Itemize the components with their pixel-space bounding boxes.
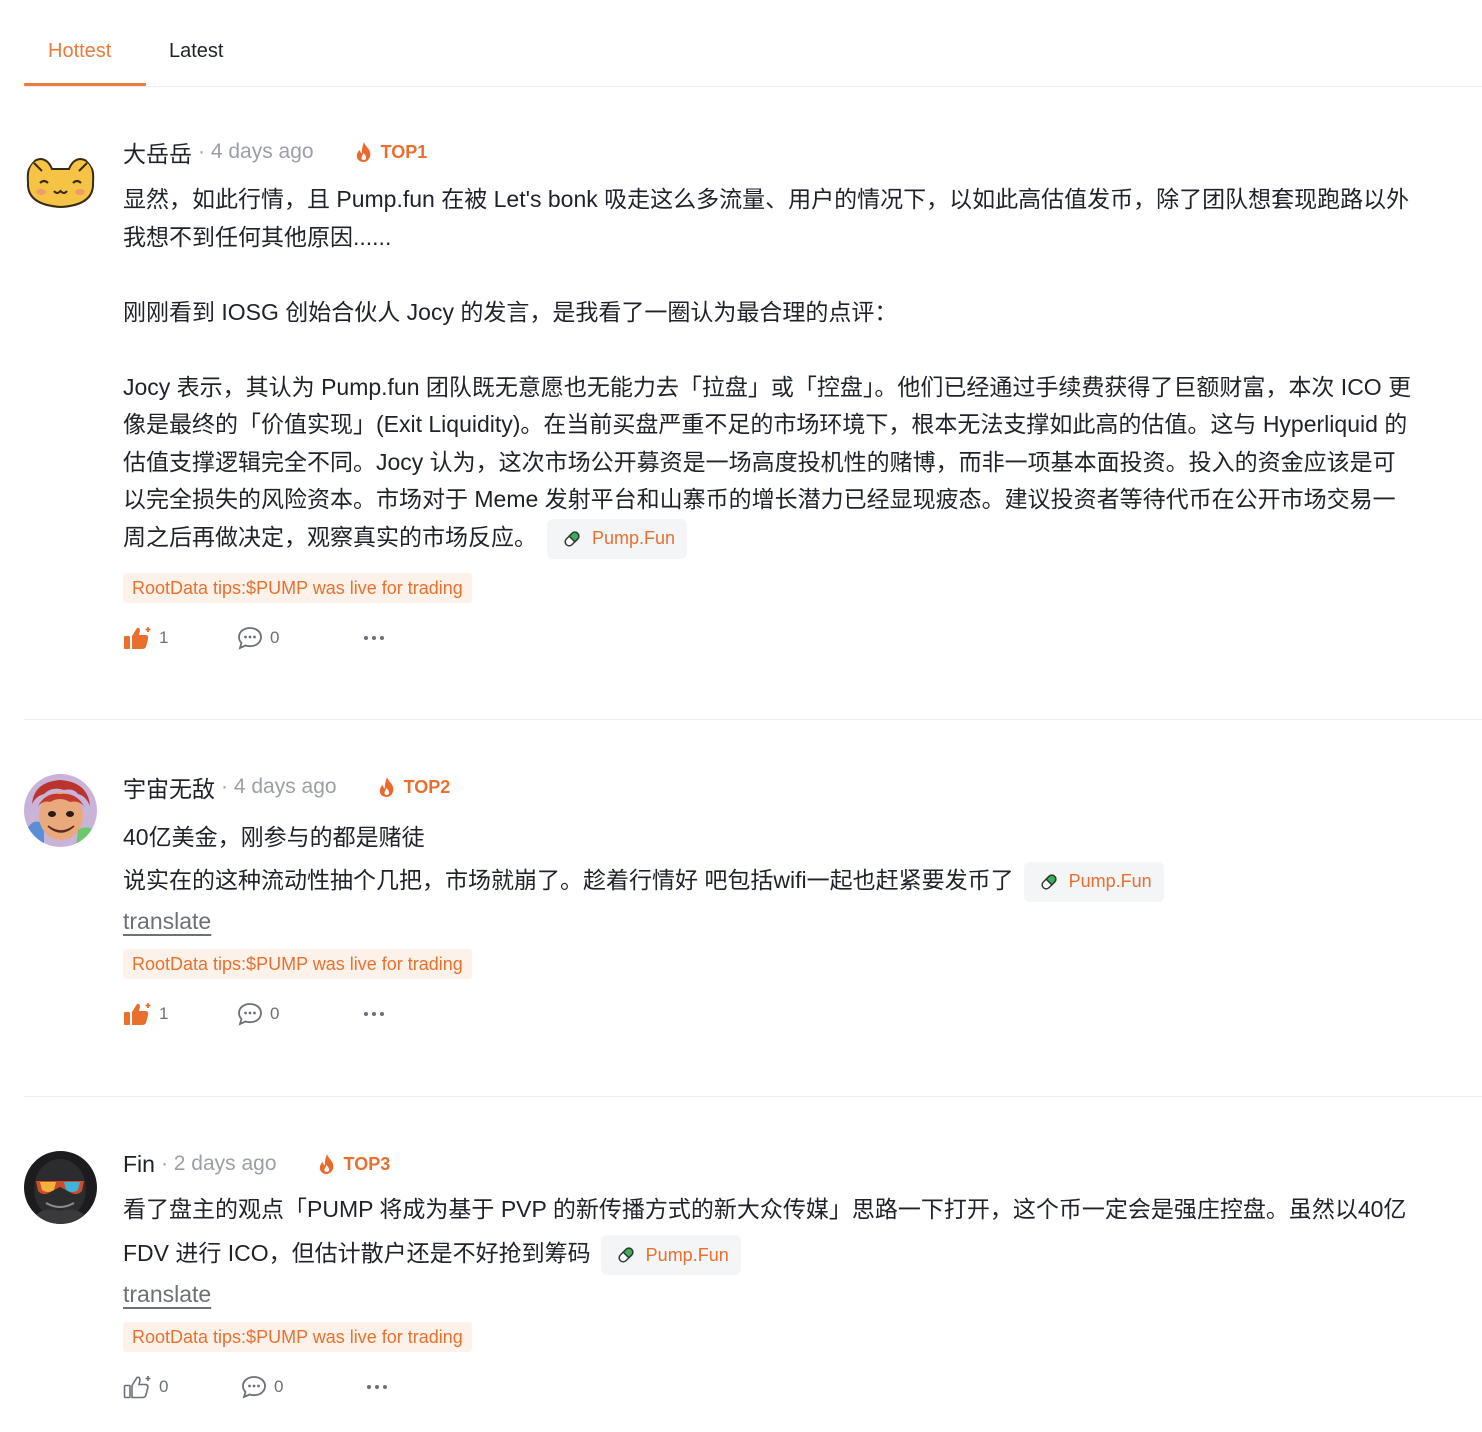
- rank-badge: TOP3: [315, 1152, 391, 1176]
- comment-item: Fin · 2 days ago TOP3 看了盘主的观点「PUMP 将成为基于…: [24, 1097, 1482, 1432]
- more-button[interactable]: [361, 625, 393, 651]
- comment-body: 大岳岳 · 4 days ago TOP1 显然，如此行情，且 Pump.fun…: [123, 137, 1413, 655]
- pill-icon: [564, 530, 580, 547]
- project-tag[interactable]: Pump.Fun: [1023, 861, 1164, 902]
- more-button[interactable]: [361, 1001, 393, 1027]
- comment-item: 宇宙无敌 · 4 days ago TOP2 40亿美金，刚参与的都是赌徒 说实…: [24, 720, 1482, 1097]
- rootdata-tip: RootData tips:$PUMP was live for trading: [123, 1322, 472, 1352]
- comment-line: 40亿美金，刚参与的都是赌徒: [123, 824, 425, 850]
- project-name: Pump.Fun: [645, 1244, 729, 1265]
- rank-badge: TOP2: [375, 775, 451, 799]
- dark-sunglasses-avatar: [24, 1151, 97, 1224]
- comment-item: 大岳岳 · 4 days ago TOP1 显然，如此行情，且 Pump.fun…: [24, 87, 1482, 720]
- comment-text: 40亿美金，刚参与的都是赌徒 说实在的这种流动性抽个几把，市场就崩了。趁着行情好…: [123, 816, 1413, 902]
- author-name[interactable]: 大岳岳: [123, 135, 192, 169]
- fire-icon: [379, 777, 393, 797]
- more-dots-icon: [364, 635, 384, 640]
- comment-time: · 4 days ago: [221, 775, 337, 798]
- comment-paragraph: 刚刚看到 IOSG 创始合伙人 Jocy 的发言，是我看了一圈认为最合理的点评：: [123, 298, 898, 325]
- project-tag[interactable]: Pump.Fun: [600, 1234, 741, 1275]
- thumbs-up-filled-icon: [124, 1003, 151, 1025]
- comment-bubble-icon: [238, 626, 262, 650]
- more-button[interactable]: [364, 1374, 396, 1400]
- comment-actions: 1 0: [123, 625, 1413, 655]
- comment-actions: 0 0: [123, 1374, 1413, 1404]
- more-dots-icon: [364, 1012, 384, 1016]
- comment-bubble-icon: [238, 1003, 262, 1026]
- rank-label: TOP2: [403, 776, 451, 797]
- pill-icon: [618, 1247, 634, 1263]
- reply-count: 0: [270, 627, 280, 647]
- rank-label: TOP3: [343, 1153, 391, 1174]
- active-tab-indicator: [24, 83, 146, 86]
- like-button[interactable]: 1: [123, 1001, 168, 1027]
- reply-count: 0: [270, 1004, 280, 1023]
- like-count: 0: [159, 1377, 169, 1396]
- translate-link[interactable]: translate: [123, 908, 211, 935]
- project-tag[interactable]: Pump.Fun: [547, 518, 688, 559]
- fire-icon: [356, 142, 370, 162]
- tab-hottest[interactable]: Hottest: [48, 38, 111, 64]
- author-name[interactable]: Fin: [123, 1151, 155, 1178]
- translate-link[interactable]: translate: [123, 1281, 211, 1308]
- comment-meta: Fin · 2 days ago TOP3: [123, 1149, 1413, 1179]
- like-count: 1: [159, 627, 169, 647]
- more-dots-icon: [367, 1385, 387, 1389]
- fire-icon: [319, 1154, 333, 1174]
- comment-actions: 1 0: [123, 1001, 1413, 1031]
- comment-bubble-icon: [242, 1376, 266, 1399]
- cartoon-cat-avatar: [24, 149, 97, 222]
- project-name: Pump.Fun: [1068, 871, 1152, 892]
- author-name[interactable]: 宇宙无敌: [123, 770, 215, 804]
- comment-line: 说实在的这种流动性抽个几把，市场就崩了。趁着行情好 吧包括wifi一起也赶紧要发…: [123, 867, 1014, 893]
- reply-button[interactable]: 0: [236, 1001, 279, 1027]
- comment-text: 看了盘主的观点「PUMP 将成为基于 PVP 的新传播方式的新大众传媒」思路一下…: [123, 1187, 1413, 1275]
- reply-count: 0: [274, 1377, 284, 1396]
- rank-label: TOP1: [380, 141, 428, 162]
- comment-meta: 宇宙无敌 · 4 days ago TOP2: [123, 772, 1413, 802]
- avatar[interactable]: [24, 774, 97, 847]
- comment-body: Fin · 2 days ago TOP3 看了盘主的观点「PUMP 将成为基于…: [123, 1149, 1413, 1404]
- like-button[interactable]: 0: [123, 1374, 168, 1400]
- thumbs-up-filled-icon: [124, 626, 151, 649]
- rootdata-tip: RootData tips:$PUMP was live for trading: [123, 572, 472, 603]
- avatar[interactable]: [24, 149, 97, 222]
- pill-icon: [1041, 874, 1057, 890]
- comment-paragraph: Jocy 表示，其认为 Pump.fun 团队既无意愿也无能力去「拉盘」或「控盘…: [123, 373, 1412, 550]
- comment-body: 宇宙无敌 · 4 days ago TOP2 40亿美金，刚参与的都是赌徒 说实…: [123, 772, 1413, 1031]
- comment-time: · 2 days ago: [160, 1152, 277, 1175]
- avatar[interactable]: [24, 1151, 97, 1224]
- comment-meta: 大岳岳 · 4 days ago TOP1: [123, 137, 1413, 167]
- comment-tabs: Hottest Latest: [24, 0, 1482, 87]
- project-name: Pump.Fun: [592, 527, 676, 548]
- comment-time: · 4 days ago: [198, 140, 314, 163]
- rank-badge: TOP1: [352, 140, 428, 164]
- comment-text: 显然，如此行情，且 Pump.fun 在被 Let's bonk 吸走这么多流量…: [123, 181, 1413, 559]
- reply-button[interactable]: 0: [240, 1374, 283, 1400]
- anime-character-avatar: [24, 774, 97, 847]
- reply-button[interactable]: 0: [236, 625, 279, 651]
- comment-paragraph: 显然，如此行情，且 Pump.fun 在被 Let's bonk 吸走这么多流量…: [123, 186, 1410, 250]
- comment-paragraph: 看了盘主的观点「PUMP 将成为基于 PVP 的新传播方式的新大众传媒」思路一下…: [123, 1196, 1407, 1266]
- rootdata-tip: RootData tips:$PUMP was live for trading: [123, 949, 472, 979]
- like-count: 1: [159, 1004, 169, 1023]
- like-button[interactable]: 1: [123, 625, 168, 651]
- thumbs-up-outline-icon: [123, 1376, 151, 1399]
- tab-latest[interactable]: Latest: [169, 38, 223, 64]
